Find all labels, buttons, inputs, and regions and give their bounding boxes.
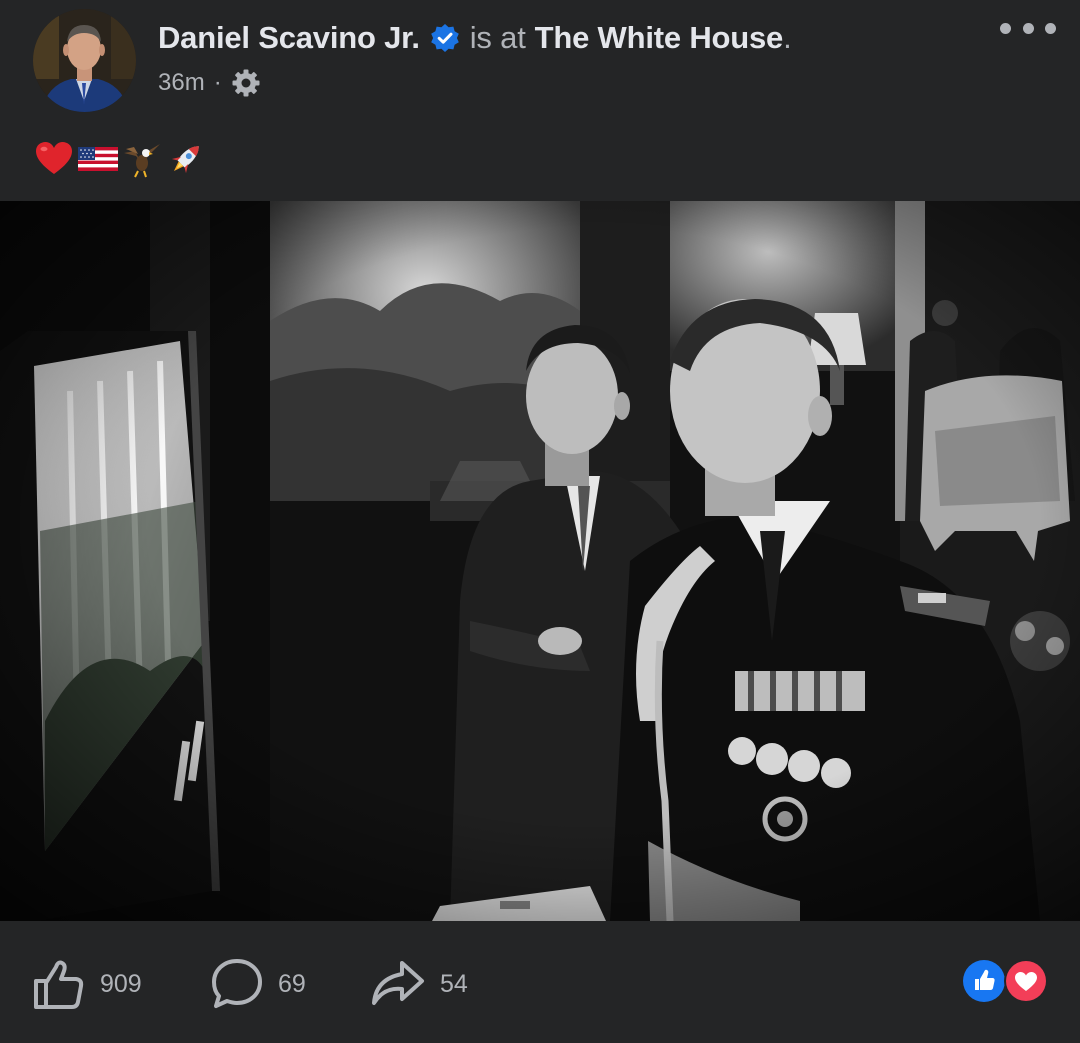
post-actions: 909 69 54 bbox=[0, 921, 1080, 1043]
post-timestamp[interactable]: 36m bbox=[158, 69, 205, 97]
share-count: 54 bbox=[440, 969, 468, 998]
location-period: . bbox=[783, 20, 792, 55]
comment-count: 69 bbox=[278, 969, 306, 998]
like-count: 909 bbox=[100, 969, 142, 998]
us-flag-icon bbox=[78, 139, 118, 179]
post-meta: 36m · bbox=[158, 66, 261, 100]
avatar[interactable] bbox=[33, 9, 136, 112]
like-reaction-icon bbox=[963, 960, 1005, 1002]
eagle-icon bbox=[122, 139, 162, 179]
post-caption bbox=[34, 137, 206, 181]
author-name[interactable]: Daniel Scavino Jr. bbox=[158, 20, 420, 56]
love-reaction-icon bbox=[1004, 959, 1048, 1003]
more-dot-icon bbox=[1000, 22, 1011, 34]
more-options-button[interactable] bbox=[1000, 14, 1056, 42]
like-button[interactable]: 909 bbox=[32, 954, 142, 1014]
verified-badge-icon bbox=[430, 23, 460, 53]
post-card: Daniel Scavino Jr. is at The White House… bbox=[0, 0, 1080, 1043]
meta-separator: · bbox=[213, 69, 222, 96]
share-arrow-icon bbox=[370, 957, 426, 1011]
more-dot-icon bbox=[1022, 22, 1034, 34]
location-connector: is at bbox=[469, 20, 526, 55]
share-button[interactable]: 54 bbox=[370, 954, 468, 1014]
comment-bubble-icon bbox=[210, 957, 264, 1011]
rocket-icon bbox=[166, 139, 206, 179]
location-link[interactable]: The White House bbox=[535, 20, 784, 56]
reaction-summary[interactable] bbox=[962, 959, 1050, 1003]
comment-button[interactable]: 69 bbox=[210, 954, 306, 1014]
author-line: Daniel Scavino Jr. is at The White House… bbox=[158, 18, 792, 58]
gear-icon[interactable] bbox=[231, 68, 261, 98]
post-header: Daniel Scavino Jr. is at The White House… bbox=[0, 0, 1080, 120]
red-heart-icon bbox=[34, 139, 74, 179]
more-dot-icon bbox=[1045, 22, 1056, 34]
thumbs-up-icon bbox=[32, 957, 86, 1011]
post-photo[interactable] bbox=[0, 201, 1080, 921]
